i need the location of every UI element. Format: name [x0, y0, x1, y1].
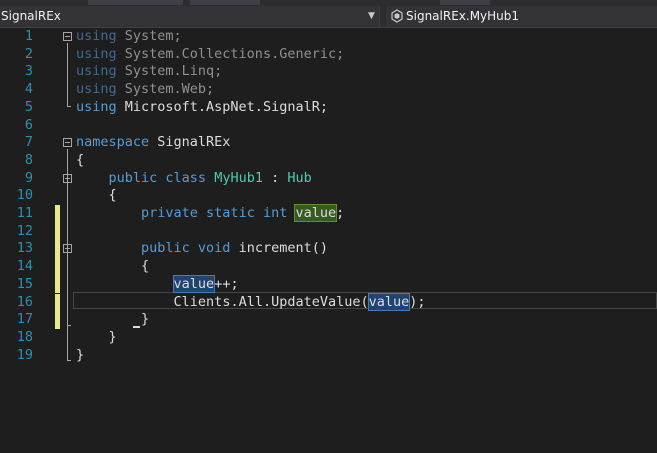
line-number: 8 [24, 151, 33, 168]
code-text: ++; [214, 275, 239, 292]
change-marker [55, 275, 60, 294]
code-line[interactable]: 4 using System.Web; [0, 81, 657, 99]
line-number: 11 [16, 205, 33, 221]
keyword: using [76, 98, 117, 115]
line-number: 10 [16, 187, 33, 204]
line-number: 19 [16, 346, 33, 363]
code-text: } [108, 328, 117, 345]
collapse-icon[interactable] [63, 32, 72, 41]
code-line[interactable]: 9 public class MyHub1 : Hub [0, 170, 657, 188]
collapse-icon[interactable] [63, 138, 72, 148]
tab-fragment[interactable] [88, 0, 183, 5]
change-marker [55, 311, 60, 329]
collapse-icon[interactable] [63, 244, 72, 254]
line-number: 4 [24, 81, 33, 98]
highlighted-reference: value [294, 204, 338, 222]
code-line[interactable]: 6 [0, 117, 657, 135]
code-line[interactable]: 1 using System; [0, 28, 657, 46]
code-text: : [262, 169, 288, 186]
keyword: namespace [76, 134, 150, 151]
navigation-bar: SignalREx ▼ SignalREx.MyHub1 [0, 6, 657, 28]
code-text: System.Collections.Generic; [116, 45, 345, 62]
code-text: Microsoft.AspNet.SignalR; [116, 98, 328, 115]
change-marker [55, 293, 60, 312]
code-text: Clients.All.UpdateValue( [173, 293, 369, 310]
code-line[interactable]: 11 private static int value; [0, 204, 657, 223]
project-dropdown-label: SignalREx [1, 9, 61, 23]
class-icon [391, 9, 403, 23]
type-dropdown-label: SignalREx.MyHub1 [406, 9, 520, 23]
keyword: public class [108, 169, 207, 186]
keyword: using [76, 28, 117, 44]
code-line[interactable]: 18 } [0, 329, 657, 347]
collapse-icon[interactable] [63, 173, 72, 183]
code-line[interactable]: 5 using Microsoft.AspNet.SignalR; [0, 99, 657, 117]
code-text: { [108, 187, 117, 204]
code-line[interactable]: 7 namespace SignalREx [0, 134, 657, 152]
code-text: } [141, 311, 150, 328]
line-number: 13 [16, 240, 33, 257]
tab-fragment[interactable] [190, 0, 260, 5]
highlighted-reference: value [172, 274, 216, 293]
code-editor[interactable]: 1 using System; 2 using System.Collectio… [0, 28, 657, 453]
line-number: 14 [16, 258, 33, 275]
change-marker [55, 205, 60, 223]
code-line[interactable]: 8 { [0, 152, 657, 170]
tab-fragment[interactable] [440, 0, 490, 5]
chevron-down-icon[interactable]: ▼ [368, 11, 375, 21]
code-line[interactable]: 16 Clients.All.UpdateValue(value); [0, 292, 657, 312]
code-line[interactable]: 13 public void increment() [0, 240, 657, 259]
code-line[interactable]: 19 } [0, 347, 657, 365]
change-marker [55, 222, 60, 241]
line-number: 5 [24, 98, 33, 115]
code-line[interactable]: 10 { [0, 187, 657, 205]
code-line[interactable]: 2 using System.Collections.Generic; [0, 46, 657, 64]
line-number: 3 [24, 63, 33, 80]
code-line[interactable]: 14 { [0, 258, 657, 276]
code-line[interactable]: 17 } [0, 311, 657, 329]
line-number: 1 [24, 28, 33, 44]
code-text: ; [336, 205, 345, 221]
keyword: private static int [141, 205, 288, 221]
code-text: increment() [230, 240, 328, 257]
type-dropdown[interactable]: SignalREx.MyHub1 [386, 6, 657, 27]
line-number: 16 [16, 293, 33, 310]
highlighted-reference: value [367, 292, 411, 311]
change-marker [55, 258, 60, 276]
code-text: { [141, 258, 150, 275]
code-text: { [76, 151, 85, 168]
keyword: using [76, 45, 117, 62]
project-dropdown[interactable]: SignalREx ▼ [0, 6, 380, 27]
code-text: } [76, 346, 85, 363]
line-number: 15 [16, 275, 33, 292]
class-name: MyHub1 [214, 169, 263, 186]
code-text: ); [409, 293, 426, 310]
base-class-name: Hub [287, 169, 312, 186]
code-text: System.Linq; [116, 63, 223, 80]
keyword: using [76, 63, 117, 80]
change-marker [55, 240, 60, 259]
code-text: System.Web; [116, 81, 215, 98]
line-number: 7 [24, 134, 33, 151]
line-number: 12 [16, 222, 33, 239]
keyword: public void [141, 240, 231, 257]
line-number: 18 [16, 328, 33, 345]
line-number: 9 [24, 169, 33, 186]
line-number: 6 [24, 116, 33, 133]
code-line[interactable]: 12 [0, 222, 657, 241]
text-cursor [133, 326, 140, 328]
line-number: 2 [24, 45, 33, 62]
code-line[interactable]: 3 using System.Linq; [0, 63, 657, 81]
code-text: System; [116, 28, 182, 44]
code-text: SignalREx [149, 134, 231, 151]
line-number: 17 [16, 311, 33, 328]
code-line[interactable]: 15 value++; [0, 274, 657, 294]
keyword: using [76, 81, 117, 98]
